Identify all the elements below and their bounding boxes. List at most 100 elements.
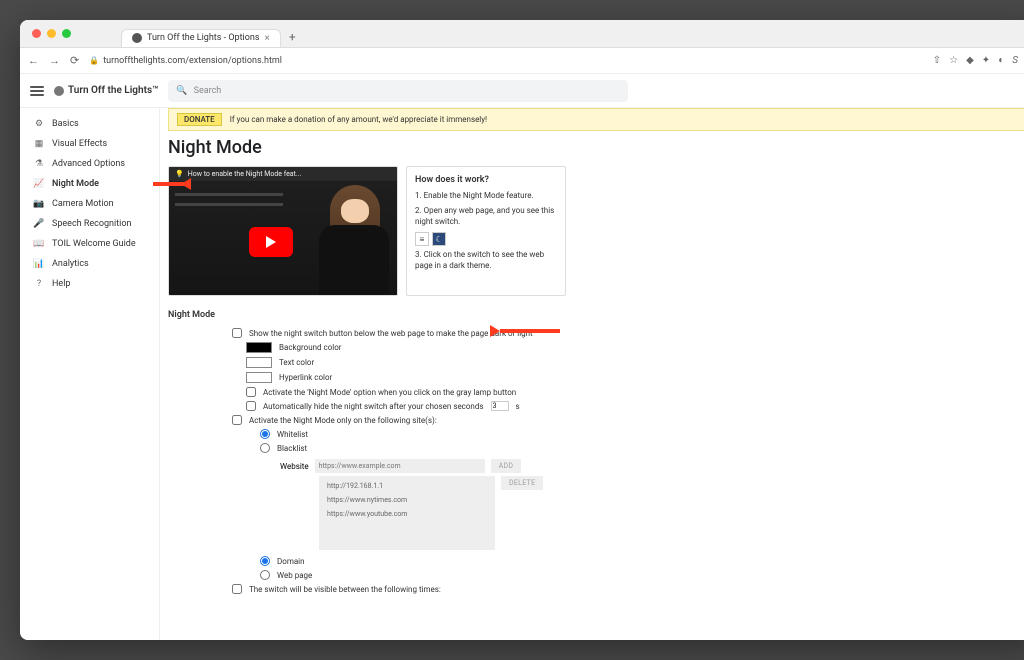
list-item[interactable]: https://www.nytimes.com (327, 496, 487, 504)
back-button[interactable]: ← (28, 54, 39, 67)
sidebar-item-label: Advanced Options (52, 159, 125, 169)
opt-autohide: Automatically hide the night switch afte… (168, 399, 1024, 413)
sidebar-item-guide[interactable]: 📖TOIL Welcome Guide (20, 234, 159, 254)
autohide-label-b: s (516, 402, 520, 411)
video-caption: How to enable the Night Mode feat... (188, 170, 302, 178)
play-icon[interactable] (249, 227, 293, 257)
lamp-icon[interactable]: ◐ (998, 55, 1004, 66)
url-field[interactable]: 🔒 turnoffthelights.com/extension/options… (89, 56, 923, 66)
minimize-window-button[interactable] (47, 29, 56, 38)
sidebar-item-help[interactable]: ? Help (20, 274, 159, 294)
opt-only-sites: Activate the Night Mode only on the foll… (168, 413, 1024, 427)
zoom-window-button[interactable] (62, 29, 71, 38)
show-switch-checkbox[interactable] (232, 328, 242, 338)
search-input[interactable]: 🔍 Search (168, 80, 628, 102)
sidebar-item-visual-effects[interactable]: ▦Visual Effects (20, 134, 159, 154)
sidebar-item-advanced[interactable]: ⚗ Advanced Options (20, 154, 159, 174)
list-item[interactable]: http://192.168.1.1 (327, 482, 487, 490)
opt-activate-lamp: Activate the 'Night Mode' option when yo… (168, 385, 1024, 399)
sidebar-item-analytics[interactable]: 📊 Analytics (20, 254, 159, 274)
list-item[interactable]: https://www.youtube.com (327, 510, 487, 518)
link-color-label: Hyperlink color (279, 373, 332, 382)
howto-step2: 2. Open any web page, and you see this n… (415, 206, 557, 227)
domain-radio[interactable] (260, 556, 270, 566)
extension-icon[interactable]: ◆ (966, 55, 974, 66)
times-checkbox[interactable] (232, 584, 242, 594)
switch-dark-icon: ☾ (432, 232, 446, 246)
activate-lamp-checkbox[interactable] (246, 387, 256, 397)
browser-window: Turn Off the Lights - Options × + ← → ⟳ … (20, 20, 1024, 640)
add-button[interactable]: ADD (491, 459, 522, 473)
sidebar-item-label: Help (52, 279, 70, 289)
opt-webpage: Web page (168, 568, 1024, 582)
activate-lamp-label: Activate the 'Night Mode' option when yo… (263, 388, 516, 397)
main-panel: DONATE If you can make a donation of any… (160, 108, 1024, 640)
advanced-icon: ⚗ (34, 159, 44, 169)
url-text: turnoffthelights.com/extension/options.h… (103, 56, 282, 66)
domain-label: Domain (277, 557, 305, 566)
times-label: The switch will be visible between the f… (249, 585, 441, 594)
blacklist-radio[interactable] (260, 443, 270, 453)
text-color-swatch[interactable] (246, 357, 272, 368)
text-color-label: Text color (279, 358, 314, 367)
window-titlebar: Turn Off the Lights - Options × + (20, 20, 1024, 48)
autohide-checkbox[interactable] (246, 401, 256, 411)
sidebar-item-basics[interactable]: ⚙Basics (20, 114, 159, 134)
autohide-label-a: Automatically hide the night switch afte… (263, 402, 484, 411)
bg-color-swatch[interactable] (246, 342, 272, 353)
seconds-input[interactable] (491, 401, 509, 411)
sidebar-item-speech[interactable]: 🎤Speech Recognition (20, 214, 159, 234)
sidebar-item-label: Analytics (52, 259, 89, 269)
opt-text-color: Text color (168, 355, 1024, 370)
video-body (169, 181, 397, 295)
whitelist-radio[interactable] (260, 429, 270, 439)
content-area: ⚙Basics ▦Visual Effects ⚗ Advanced Option… (20, 108, 1024, 640)
how-it-works-card: How does it work? 1. Enable the Night Mo… (406, 166, 566, 296)
opt-link-color: Hyperlink color (168, 370, 1024, 385)
website-area: Website ADD http://192.168.1.1 https://w… (280, 459, 1024, 550)
webpage-radio[interactable] (260, 570, 270, 580)
only-sites-label: Activate the Night Mode only on the foll… (249, 416, 437, 425)
bulb-small-icon: 💡 (175, 170, 184, 178)
help-icon: ? (34, 279, 44, 289)
bookmark-icon[interactable]: ☆ (949, 55, 958, 66)
profile-icon[interactable]: S (1012, 55, 1018, 66)
site-list[interactable]: http://192.168.1.1 https://www.nytimes.c… (319, 476, 495, 550)
opt-domain: Domain (168, 554, 1024, 568)
opt-bg-color: Background color (168, 340, 1024, 355)
blacklist-label: Blacklist (277, 444, 307, 453)
site-list-row: http://192.168.1.1 https://www.nytimes.c… (280, 476, 1024, 550)
sidebar: ⚙Basics ▦Visual Effects ⚗ Advanced Option… (20, 108, 160, 640)
link-color-swatch[interactable] (246, 372, 272, 383)
delete-button[interactable]: DELETE (501, 476, 543, 490)
switch-demo: ≡ ☾ (415, 232, 557, 246)
share-icon[interactable]: ⇧ (933, 55, 941, 66)
new-tab-button[interactable]: + (285, 30, 300, 44)
bg-color-label: Background color (279, 343, 341, 352)
annotation-arrow-icon (153, 180, 195, 188)
app-header: Turn Off the Lights™ 🔍 Search ⋯ (20, 74, 1024, 108)
video-title-bar: 💡 How to enable the Night Mode feat... (169, 167, 397, 181)
puzzle-icon[interactable]: ✦ (982, 55, 990, 66)
howto-step3: 3. Click on the switch to see the web pa… (415, 250, 557, 271)
website-label: Website (280, 462, 309, 471)
sidebar-item-night-mode[interactable]: 📈Night Mode (20, 174, 159, 194)
sidebar-item-camera[interactable]: 📷Camera Motion (20, 194, 159, 214)
reload-button[interactable]: ⟳ (70, 54, 79, 67)
donate-banner: DONATE If you can make a donation of any… (168, 108, 1024, 131)
chart-icon: 📊 (34, 259, 44, 269)
toolbar-icons: ⇧ ☆ ◆ ✦ ◐ S ⋮ (933, 55, 1024, 66)
close-window-button[interactable] (32, 29, 41, 38)
website-input[interactable] (315, 459, 485, 473)
more-icon[interactable]: ⋯ (1019, 83, 1024, 98)
forward-button[interactable]: → (49, 54, 60, 67)
book-icon: 📖 (34, 239, 44, 249)
whitelist-label: Whitelist (277, 430, 308, 439)
hamburger-icon[interactable] (30, 86, 44, 96)
tab-close-icon[interactable]: × (264, 33, 269, 44)
donate-button[interactable]: DONATE (177, 113, 222, 126)
switch-light-icon: ≡ (415, 232, 429, 246)
only-sites-checkbox[interactable] (232, 415, 242, 425)
browser-tab[interactable]: Turn Off the Lights - Options × (121, 29, 281, 47)
video-preview[interactable]: 💡 How to enable the Night Mode feat... (168, 166, 398, 296)
